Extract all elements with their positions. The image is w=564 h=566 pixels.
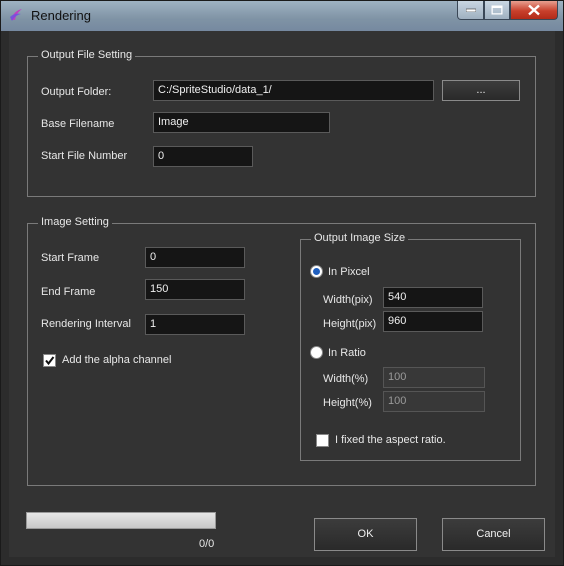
- in-ratio-label: In Ratio: [328, 347, 366, 359]
- alpha-channel-label: Add the alpha channel: [62, 354, 172, 366]
- title-bar[interactable]: Rendering: [1, 1, 563, 31]
- aspect-ratio-label: I fixed the aspect ratio.: [335, 434, 446, 446]
- end-frame-input[interactable]: 150: [145, 279, 245, 300]
- progress-count: 0/0: [199, 538, 215, 550]
- aspect-ratio-checkbox[interactable]: [316, 434, 329, 447]
- close-button[interactable]: [510, 1, 558, 20]
- rendering-interval-label: Rendering Interval: [41, 318, 131, 330]
- in-pixel-radio[interactable]: [310, 265, 323, 278]
- width-pix-label: Width(pix): [323, 294, 373, 306]
- alpha-channel-checkbox[interactable]: [43, 354, 56, 367]
- width-pct-input: 100: [383, 367, 485, 388]
- output-file-setting-group: Output File Setting Output Folder: C:/Sp…: [27, 49, 536, 197]
- cancel-button[interactable]: Cancel: [442, 518, 545, 551]
- start-file-number-input[interactable]: 0: [153, 146, 253, 167]
- rendering-interval-input[interactable]: 1: [145, 314, 245, 335]
- cancel-label: Cancel: [476, 528, 511, 540]
- image-setting-group: Image Setting Start Frame 0 End Frame 15…: [27, 216, 536, 486]
- image-setting-legend: Image Setting: [38, 216, 112, 228]
- progress-bar: [26, 512, 216, 529]
- height-pix-input[interactable]: 960: [383, 311, 483, 332]
- maximize-icon: [491, 5, 503, 15]
- height-pix-label: Height(pix): [323, 318, 377, 330]
- dialog-content: Output File Setting Output Folder: C:/Sp…: [9, 31, 555, 557]
- end-frame-label: End Frame: [41, 286, 96, 298]
- in-ratio-radio[interactable]: [310, 346, 323, 359]
- width-pix-input[interactable]: 540: [383, 287, 483, 308]
- ok-label: OK: [357, 528, 374, 540]
- output-image-size-group: Output Image Size In Pixcel Width(pix) 5…: [300, 232, 521, 461]
- width-pct-label: Width(%): [323, 373, 369, 385]
- browse-label: ...: [476, 84, 486, 96]
- output-folder-input[interactable]: C:/SpriteStudio/data_1/: [153, 80, 434, 101]
- maximize-button[interactable]: [484, 1, 510, 20]
- browse-button[interactable]: ...: [442, 80, 520, 101]
- output-file-setting-legend: Output File Setting: [38, 49, 136, 61]
- rendering-dialog: Rendering Output File Setting Output Fol…: [0, 0, 564, 566]
- window-title: Rendering: [31, 8, 91, 23]
- height-pct-input: 100: [383, 391, 485, 412]
- base-filename-label: Base Filename: [41, 118, 115, 130]
- start-file-number-label: Start File Number: [41, 150, 128, 162]
- in-pixel-label: In Pixcel: [328, 266, 370, 278]
- output-image-size-legend: Output Image Size: [311, 232, 409, 244]
- height-pct-label: Height(%): [323, 397, 372, 409]
- ok-button[interactable]: OK: [314, 518, 417, 551]
- app-icon: [10, 9, 22, 21]
- base-filename-input[interactable]: Image: [153, 112, 330, 133]
- minimize-button[interactable]: [457, 1, 484, 20]
- start-frame-label: Start Frame: [41, 252, 100, 264]
- checkmark-icon: [45, 356, 55, 366]
- start-frame-input[interactable]: 0: [145, 247, 245, 268]
- close-icon: [528, 4, 540, 16]
- minimize-icon: [465, 8, 476, 12]
- output-folder-label: Output Folder:: [41, 86, 112, 98]
